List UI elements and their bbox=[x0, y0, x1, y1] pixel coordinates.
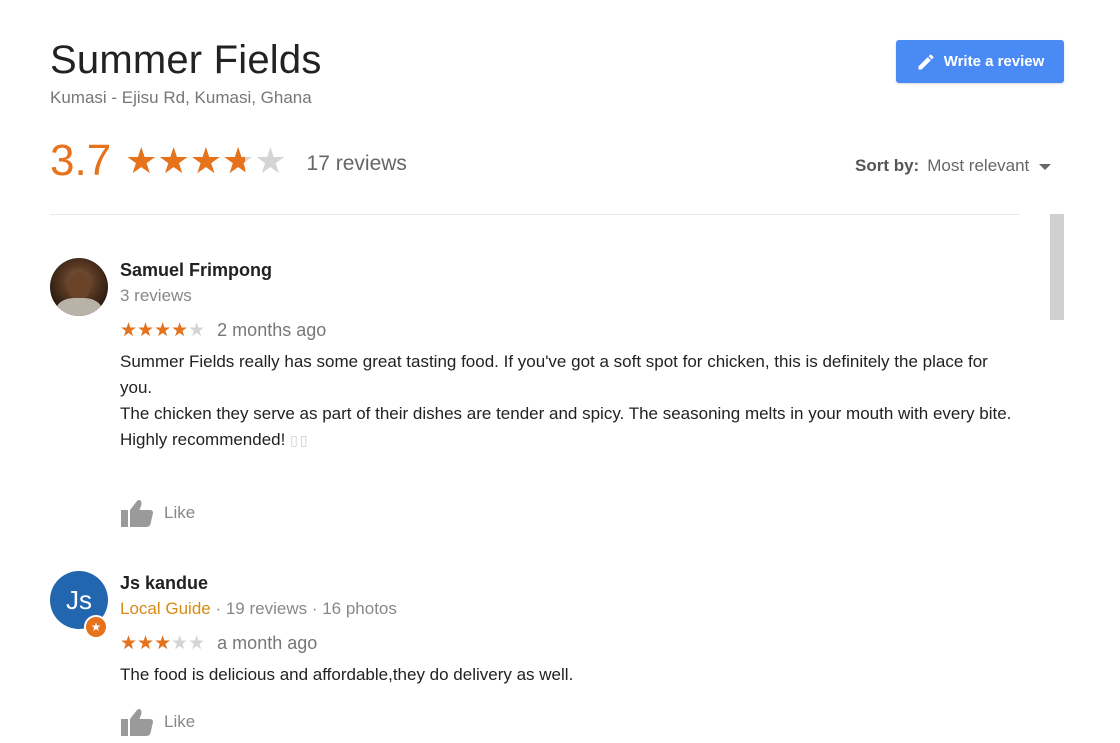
reviewer-name[interactable]: Js kandue bbox=[120, 573, 208, 594]
review-text-line: The food is delicious and affordable,the… bbox=[120, 665, 574, 684]
review-rating-row: ★★★★★ ★★★★★ 2 months ago bbox=[120, 320, 326, 341]
review-date: a month ago bbox=[217, 633, 318, 653]
review-stars: ★★★★★ ★★★★★ bbox=[120, 634, 205, 653]
rating-summary: 3.7 ★★★★★ ★★★★★ 17 reviews bbox=[50, 136, 407, 186]
review-count[interactable]: 17 reviews bbox=[307, 152, 407, 176]
pencil-icon bbox=[918, 53, 934, 69]
place-address: Kumasi - Ejisu Rd, Kumasi, Ghana bbox=[50, 88, 312, 107]
reviewer-name[interactable]: Samuel Frimpong bbox=[120, 260, 272, 281]
write-review-label: Write a review bbox=[943, 53, 1045, 70]
star-filled-icon: ★★★★★ bbox=[120, 634, 172, 653]
reviewer-stats: · 19 reviews · 16 photos bbox=[210, 599, 397, 618]
review-text-fragment: Highly recommended! bbox=[120, 430, 286, 449]
review-stars: ★★★★★ ★★★★★ bbox=[120, 321, 205, 340]
review-text-line: Highly recommended! ▯▯ bbox=[120, 427, 1020, 453]
write-review-button[interactable]: Write a review bbox=[896, 40, 1064, 83]
review-text: Summer Fields really has some great tast… bbox=[120, 349, 1020, 453]
like-label: Like bbox=[164, 503, 196, 522]
thumbs-up-icon bbox=[121, 500, 153, 527]
review-text-line: Summer Fields really has some great tast… bbox=[120, 352, 988, 397]
like-button[interactable]: Like bbox=[120, 707, 195, 737]
local-guide-label[interactable]: Local Guide bbox=[120, 599, 211, 618]
unrendered-glyphs: ▯▯ bbox=[290, 432, 310, 448]
review-date: 2 months ago bbox=[217, 320, 327, 340]
review-text-line: The chicken they serve as part of their … bbox=[120, 404, 1012, 423]
place-title: Summer Fields bbox=[50, 38, 322, 82]
like-label: Like bbox=[164, 712, 196, 731]
rating-stars: ★★★★★ ★★★★★ bbox=[125, 143, 286, 179]
chevron-down-icon[interactable] bbox=[1039, 164, 1052, 170]
scrollbar-thumb[interactable] bbox=[1050, 214, 1064, 320]
review-text: The food is delicious and affordable,the… bbox=[120, 662, 1020, 688]
avatar-face bbox=[67, 272, 91, 300]
thumbs-up-icon bbox=[121, 709, 153, 736]
sort-label: Sort by: bbox=[855, 156, 920, 175]
sort-control[interactable]: Sort by: Most relevant bbox=[855, 156, 1052, 176]
star-filled-icon: ★★★★★ bbox=[120, 321, 189, 340]
like-button[interactable]: Like bbox=[120, 498, 195, 528]
avatar-shirt bbox=[56, 298, 102, 316]
review-rating-row: ★★★★★ ★★★★★ a month ago bbox=[120, 633, 317, 654]
sort-dropdown[interactable]: Most relevant bbox=[927, 156, 1029, 176]
divider bbox=[50, 214, 1020, 215]
local-guide-badge-icon: ★ bbox=[84, 615, 108, 639]
avatar-initials: Js bbox=[66, 584, 92, 615]
reviewer-meta: 3 reviews bbox=[120, 286, 192, 305]
rating-value: 3.7 bbox=[50, 136, 112, 185]
reviewer-meta: Local Guide · 19 reviews · 16 photos bbox=[120, 599, 397, 619]
star-filled-icon: ★★★★★ bbox=[125, 143, 245, 179]
avatar[interactable] bbox=[50, 258, 108, 316]
